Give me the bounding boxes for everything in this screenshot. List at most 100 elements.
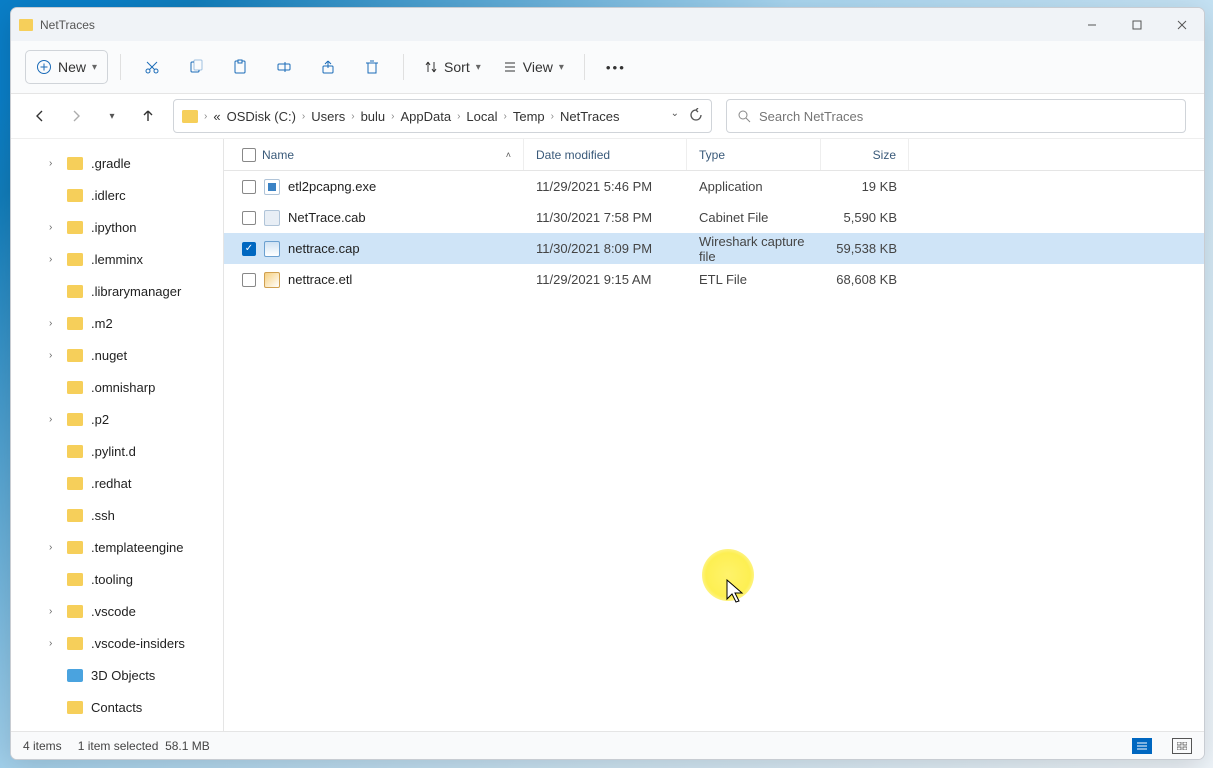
- column-date[interactable]: Date modified: [524, 139, 687, 170]
- cut-button[interactable]: [133, 48, 171, 86]
- breadcrumb-item[interactable]: Users: [311, 109, 345, 124]
- chevron-right-icon[interactable]: ›: [49, 222, 52, 233]
- sidebar-item[interactable]: ›.templateengine: [15, 531, 219, 563]
- column-size[interactable]: Size: [821, 139, 909, 170]
- file-type: Cabinet File: [687, 210, 821, 225]
- sidebar-item[interactable]: ›.vscode-insiders: [15, 627, 219, 659]
- folder-icon: [67, 445, 83, 458]
- column-type[interactable]: Type: [687, 139, 821, 170]
- maximize-button[interactable]: [1114, 8, 1159, 41]
- sidebar-item[interactable]: ›.p2: [15, 403, 219, 435]
- sort-button[interactable]: Sort ▾: [416, 48, 489, 86]
- sidebar-item-label: .nuget: [91, 348, 127, 363]
- chevron-down-icon[interactable]: ⌄: [671, 108, 679, 125]
- copy-button[interactable]: [177, 48, 215, 86]
- navigation-pane[interactable]: ›.gradle.idlerc›.ipython›.lemminx.librar…: [11, 139, 224, 731]
- column-name[interactable]: Name ˄: [224, 139, 524, 170]
- sidebar-item[interactable]: ›.ipython: [15, 211, 219, 243]
- forward-button[interactable]: [65, 105, 87, 127]
- chevron-right-icon[interactable]: ›: [49, 318, 52, 329]
- sidebar-item[interactable]: ›.vscode: [15, 595, 219, 627]
- file-icon: [264, 179, 280, 195]
- breadcrumb-item[interactable]: Temp: [513, 109, 545, 124]
- chevron-right-icon[interactable]: ›: [49, 606, 52, 617]
- breadcrumb-item[interactable]: OSDisk (C:): [227, 109, 296, 124]
- sidebar-item[interactable]: .tooling: [15, 563, 219, 595]
- file-size: 19 KB: [821, 179, 909, 194]
- sidebar-item[interactable]: .redhat: [15, 467, 219, 499]
- row-checkbox[interactable]: [242, 211, 256, 225]
- chevron-right-icon: ›: [302, 111, 305, 122]
- sidebar-item[interactable]: Contacts: [15, 691, 219, 723]
- close-button[interactable]: [1159, 8, 1204, 41]
- recent-button[interactable]: ▾: [101, 105, 123, 127]
- row-checkbox[interactable]: [242, 273, 256, 287]
- details-view-button[interactable]: [1132, 738, 1152, 754]
- file-row[interactable]: NetTrace.cab11/30/2021 7:58 PMCabinet Fi…: [224, 202, 1204, 233]
- sidebar-item[interactable]: ›.gradle: [15, 147, 219, 179]
- row-checkbox[interactable]: ✓: [242, 242, 256, 256]
- toolbar: New ▾ Sort ▾ View ▾ •••: [11, 41, 1204, 94]
- folder-icon: [67, 189, 83, 202]
- sidebar-item[interactable]: ›.m2: [15, 307, 219, 339]
- sidebar-item[interactable]: .librarymanager: [15, 275, 219, 307]
- sidebar-item[interactable]: .ssh: [15, 499, 219, 531]
- file-list[interactable]: etl2pcapng.exe11/29/2021 5:46 PMApplicat…: [224, 171, 1204, 731]
- file-row[interactable]: etl2pcapng.exe11/29/2021 5:46 PMApplicat…: [224, 171, 1204, 202]
- sidebar-item[interactable]: .idlerc: [15, 179, 219, 211]
- status-size: 58.1 MB: [165, 739, 210, 753]
- more-button[interactable]: •••: [597, 48, 635, 86]
- refresh-button[interactable]: [689, 108, 703, 125]
- sidebar-item-label: Contacts: [91, 700, 142, 715]
- address-bar[interactable]: › « OSDisk (C:)› Users› bulu› AppData› L…: [173, 99, 712, 133]
- sort-label: Sort: [444, 59, 470, 75]
- share-button[interactable]: [309, 48, 347, 86]
- sidebar-item[interactable]: › .nuget: [15, 339, 219, 371]
- new-label: New: [58, 59, 86, 75]
- sidebar-item[interactable]: 3D Objects: [15, 659, 219, 691]
- rename-button[interactable]: [265, 48, 303, 86]
- select-all-checkbox[interactable]: [242, 148, 256, 162]
- folder-icon: [67, 253, 83, 266]
- minimize-button[interactable]: [1069, 8, 1114, 41]
- chevron-right-icon[interactable]: ›: [49, 158, 52, 169]
- breadcrumb-item[interactable]: AppData: [400, 109, 451, 124]
- breadcrumb-item[interactable]: NetTraces: [560, 109, 619, 124]
- row-checkbox[interactable]: [242, 180, 256, 194]
- search-icon: [737, 109, 751, 123]
- breadcrumb-item[interactable]: bulu: [361, 109, 386, 124]
- thumbnails-view-button[interactable]: [1172, 738, 1192, 754]
- folder-icon: [67, 541, 83, 554]
- breadcrumb-item[interactable]: Local: [466, 109, 497, 124]
- file-row[interactable]: ✓nettrace.cap11/30/2021 8:09 PMWireshark…: [224, 233, 1204, 264]
- body: ›.gradle.idlerc›.ipython›.lemminx.librar…: [11, 139, 1204, 731]
- file-type: Application: [687, 179, 821, 194]
- ellipsis-icon: •••: [606, 60, 626, 75]
- sidebar-item[interactable]: .pylint.d: [15, 435, 219, 467]
- explorer-window: NetTraces New ▾ Sort ▾ View ▾: [10, 7, 1205, 760]
- view-button[interactable]: View ▾: [495, 48, 572, 86]
- chevron-right-icon: ›: [351, 111, 354, 122]
- chevron-right-icon[interactable]: ›: [49, 350, 52, 361]
- search-box[interactable]: [726, 99, 1186, 133]
- delete-button[interactable]: [353, 48, 391, 86]
- chevron-right-icon[interactable]: ›: [49, 254, 52, 265]
- back-button[interactable]: [29, 105, 51, 127]
- content-pane: Name ˄ Date modified Type Size etl2pcapn…: [224, 139, 1204, 731]
- folder-icon: [67, 509, 83, 522]
- chevron-right-icon[interactable]: ›: [49, 414, 52, 425]
- titlebar[interactable]: NetTraces: [11, 8, 1204, 41]
- sidebar-item[interactable]: .omnisharp: [15, 371, 219, 403]
- paste-button[interactable]: [221, 48, 259, 86]
- up-button[interactable]: [137, 105, 159, 127]
- chevron-right-icon[interactable]: ›: [49, 638, 52, 649]
- scissors-icon: [144, 59, 160, 75]
- share-icon: [320, 59, 336, 75]
- sidebar-item[interactable]: ›.lemminx: [15, 243, 219, 275]
- file-row[interactable]: nettrace.etl11/29/2021 9:15 AMETL File68…: [224, 264, 1204, 295]
- cursor-icon: [726, 579, 746, 605]
- copy-icon: [188, 59, 204, 75]
- new-button[interactable]: New ▾: [25, 50, 108, 84]
- search-input[interactable]: [759, 109, 1175, 124]
- chevron-right-icon[interactable]: ›: [49, 542, 52, 553]
